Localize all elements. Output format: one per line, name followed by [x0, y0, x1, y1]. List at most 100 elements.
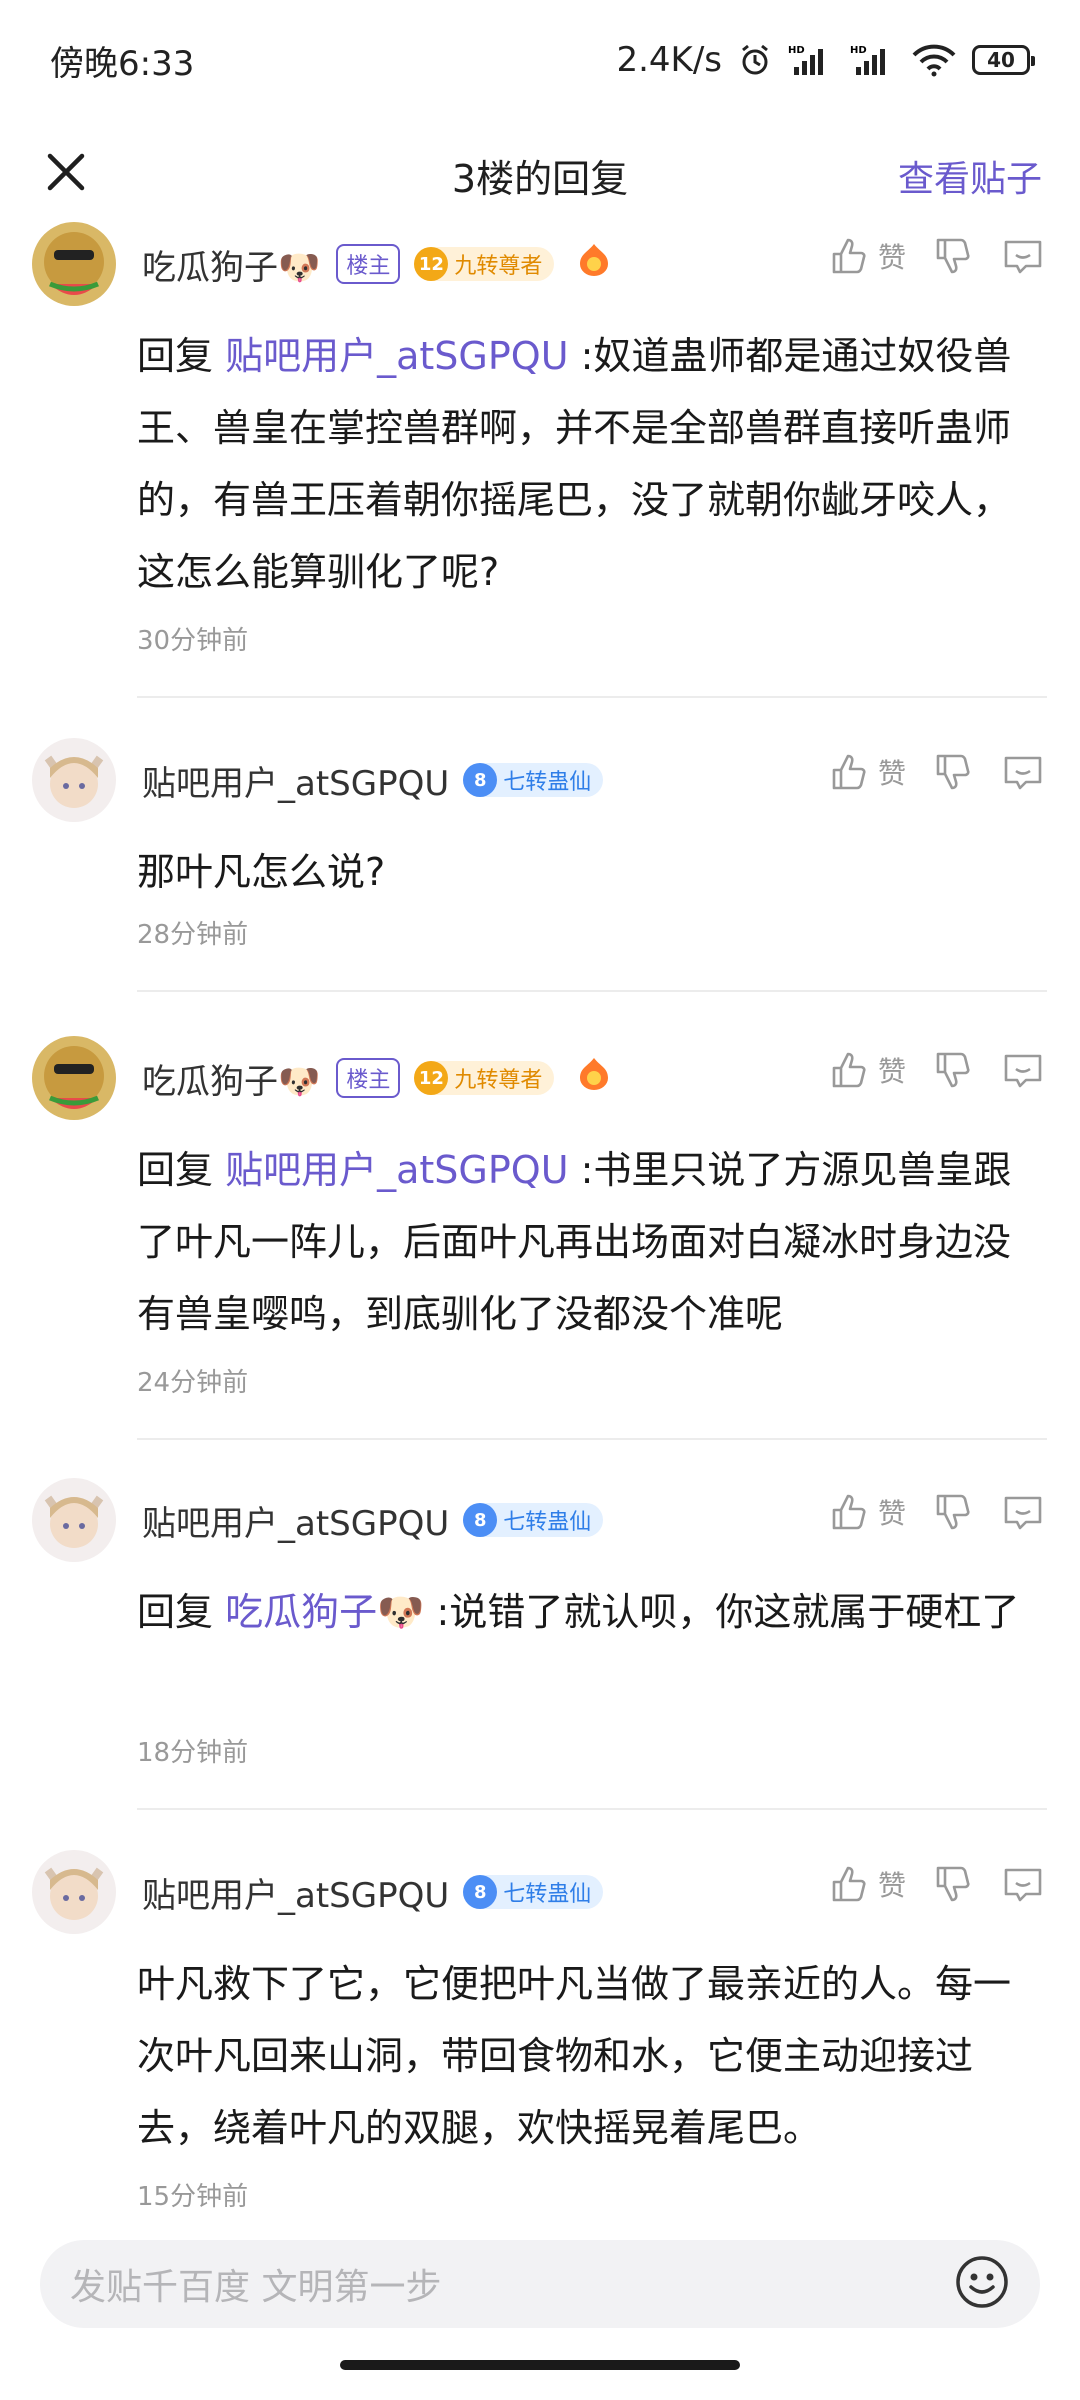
comment-text: 回复 吃瓜狗子🐶 :说错了就认呗，你这就属于硬杠了: [137, 1576, 1047, 1648]
thumbs-up-icon: [832, 1052, 866, 1088]
reply-input[interactable]: 发贴千百度 文明第一步: [40, 2240, 1040, 2328]
alarm-icon: [738, 43, 772, 77]
comment-time: 24分钟前: [137, 1368, 249, 1398]
avatar[interactable]: [32, 1036, 116, 1120]
op-badge: 楼主: [336, 1058, 401, 1098]
thumbs-down-icon: [936, 1052, 970, 1088]
op-badge: 楼主: [336, 244, 401, 284]
level-badge: 8 七转蛊仙: [463, 1503, 604, 1537]
status-bar: 傍晚6:33 2.4K/s HD HD 40: [0, 0, 1080, 120]
mention-link[interactable]: 吃瓜狗子🐶: [225, 1590, 424, 1634]
divider: [137, 696, 1047, 698]
reply-button[interactable]: [1002, 1492, 1044, 1532]
like-label: 赞: [877, 1869, 906, 1902]
reply-prefix: 回复: [137, 1590, 214, 1634]
level-badge: 12 九转尊者: [414, 247, 555, 281]
emoji-icon[interactable]: [954, 2254, 1010, 2314]
like-button[interactable]: 赞: [830, 752, 906, 792]
username[interactable]: 吃瓜狗子🐶: [142, 1054, 320, 1103]
status-icons: 2.4K/s HD HD 40: [616, 40, 1035, 80]
thumbs-down-icon: [936, 238, 970, 274]
divider: [137, 1438, 1047, 1440]
comment-body: 那叶凡怎么说?: [137, 850, 386, 894]
thumbs-down-icon: [936, 754, 970, 790]
close-icon[interactable]: [42, 148, 90, 196]
signal-icon: HD: [788, 43, 834, 77]
comment-time: 15分钟前: [137, 2182, 249, 2212]
thumbs-down-icon: [936, 1494, 970, 1530]
like-button[interactable]: 赞: [830, 1050, 906, 1090]
username[interactable]: 贴吧用户_atSGPQU: [142, 756, 449, 805]
level-number: 8: [463, 1503, 498, 1537]
dislike-button[interactable]: [934, 1492, 974, 1532]
thumbs-up-icon: [832, 1866, 866, 1902]
like-button[interactable]: 赞: [830, 1492, 906, 1532]
fire-emblem-icon: [574, 242, 614, 287]
dislike-button[interactable]: [934, 1864, 974, 1904]
like-label: 赞: [877, 241, 906, 274]
like-button[interactable]: 赞: [830, 236, 906, 276]
signal-icon-2: HD: [850, 43, 896, 77]
comment-icon: [1004, 1868, 1042, 1902]
username[interactable]: 贴吧用户_atSGPQU: [142, 1496, 449, 1545]
comment-time: 18分钟前: [137, 1738, 249, 1768]
avatar[interactable]: [32, 738, 116, 822]
user-row: 吃瓜狗子🐶 楼主 12 九转尊者: [142, 222, 614, 306]
user-row: 贴吧用户_atSGPQU 8 七转蛊仙: [142, 1478, 604, 1562]
reply-button[interactable]: [1002, 1864, 1044, 1904]
comment-body: 叶凡救下了它，它便把叶凡当做了最亲近的人。每一次叶凡回来山洞，带回食物和水，它便…: [137, 1962, 1012, 2150]
reply-input-placeholder: 发贴千百度 文明第一步: [70, 2267, 442, 2308]
level-badge: 8 七转蛊仙: [463, 763, 604, 797]
page-title: 3楼的回复: [451, 156, 629, 201]
user-row: 贴吧用户_atSGPQU 8 七转蛊仙: [142, 1850, 604, 1934]
divider: [137, 990, 1047, 992]
net-speed: 2.4K/s: [616, 40, 722, 80]
username[interactable]: 吃瓜狗子🐶: [142, 240, 320, 289]
mention-link[interactable]: 贴吧用户_atSGPQU: [225, 1148, 568, 1192]
svg-text:HD: HD: [850, 45, 867, 56]
comment-item: 吃瓜狗子🐶 楼主 12 九转尊者 赞 回复 贴吧用户_atSGPQU :书里只说…: [0, 1036, 1080, 1440]
comment-icon: [1004, 240, 1042, 274]
like-button[interactable]: 赞: [830, 1864, 906, 1904]
comment-item: 贴吧用户_atSGPQU 8 七转蛊仙 赞 回复 吃瓜狗子🐶 :说错了就认呗，你…: [0, 1478, 1080, 1810]
thumbs-up-icon: [832, 1494, 866, 1530]
home-indicator[interactable]: [340, 2360, 740, 2370]
dislike-button[interactable]: [934, 752, 974, 792]
comment-actions: 赞: [830, 1864, 1044, 1904]
level-title: 九转尊者: [454, 1068, 543, 1093]
like-label: 赞: [877, 1497, 906, 1530]
comment-text: 回复 贴吧用户_atSGPQU :奴道蛊师都是通过奴役兽王、兽皇在掌控兽群啊，并…: [137, 320, 1047, 608]
level-badge: 12 九转尊者: [414, 1061, 555, 1095]
divider: [137, 1808, 1047, 1810]
comment-body: :说错了就认呗，你这就属于硬杠了: [436, 1590, 1020, 1634]
dislike-button[interactable]: [934, 236, 974, 276]
avatar[interactable]: [32, 1478, 116, 1562]
level-badge: 8 七转蛊仙: [463, 1875, 604, 1909]
comment-icon: [1004, 1054, 1042, 1088]
reply-button[interactable]: [1002, 1050, 1044, 1090]
dislike-button[interactable]: [934, 1050, 974, 1090]
username[interactable]: 贴吧用户_atSGPQU: [142, 1868, 449, 1917]
reply-button[interactable]: [1002, 752, 1044, 792]
reply-button[interactable]: [1002, 236, 1044, 276]
battery-icon: 40: [972, 45, 1035, 75]
thumbs-down-icon: [936, 1866, 970, 1902]
level-number: 12: [414, 247, 449, 281]
thumbs-up-icon: [832, 754, 866, 790]
like-label: 赞: [877, 757, 906, 790]
avatar[interactable]: [32, 222, 116, 306]
comment-icon: [1004, 1496, 1042, 1530]
reply-prefix: 回复: [137, 1148, 214, 1192]
avatar[interactable]: [32, 1850, 116, 1934]
comment-item: 贴吧用户_atSGPQU 8 七转蛊仙 赞 叶凡救下了它，它便把叶凡当做了最亲近…: [0, 1850, 1080, 2220]
view-post-button[interactable]: 查看贴子: [898, 150, 1042, 202]
fire-emblem-icon: [574, 1056, 614, 1101]
user-row: 贴吧用户_atSGPQU 8 七转蛊仙: [142, 738, 604, 822]
header: 3楼的回复 查看贴子: [0, 120, 1080, 230]
wifi-icon: [912, 43, 956, 77]
mention-link[interactable]: 贴吧用户_atSGPQU: [225, 334, 568, 378]
user-row: 吃瓜狗子🐶 楼主 12 九转尊者: [142, 1036, 614, 1120]
level-title: 九转尊者: [454, 254, 543, 279]
level-number: 8: [463, 1875, 498, 1909]
comment-icon: [1004, 756, 1042, 790]
